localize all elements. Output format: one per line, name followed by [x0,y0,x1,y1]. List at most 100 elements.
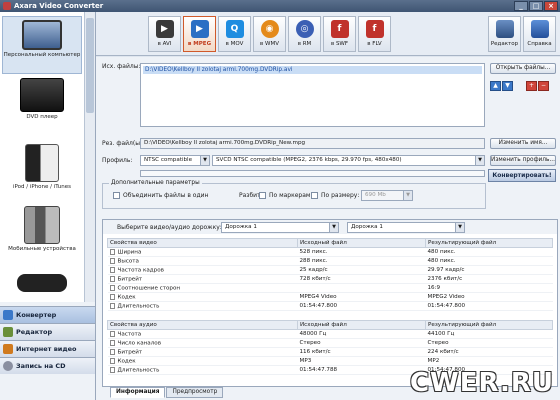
source-value: Стерео [297,338,426,348]
sidebar: Персональный компьютер DVD плеер iPod / … [0,12,96,400]
format-label: в FLV [367,41,382,47]
move-up-button[interactable]: ▲ [490,81,501,91]
by-size-checkbox[interactable] [311,192,318,199]
chevron-down-icon: ▼ [475,156,484,165]
device-label: Мобильные устройства [8,246,76,252]
help-button[interactable]: Справка [523,16,556,52]
video-track-select[interactable]: Дорожка 1 ▼ [221,222,339,233]
minus-icon: − [540,82,547,89]
format-label: в SWF [330,41,349,47]
format-avi-button[interactable]: ▶ в AVI [148,16,181,52]
property-name: Кодек [117,294,136,301]
editor-icon [3,327,13,337]
format-rm-button[interactable]: ◎ в RM [288,16,321,52]
property-icon [109,293,115,300]
dvd-player-icon [20,78,64,112]
wmv-icon: ◉ [260,20,279,38]
nav-cd-burn[interactable]: Запись на CD [0,357,95,374]
format-mpeg-button[interactable]: ▶ в MPEG [183,16,216,52]
device-list-scrollbar[interactable] [84,12,95,302]
move-down-button[interactable]: ▼ [502,81,513,91]
property-name: Длительность [117,367,160,374]
property-name: Частота кадров [117,267,164,274]
merge-checkbox[interactable] [113,192,120,199]
format-swf-button[interactable]: f в SWF [323,16,356,52]
tab-info[interactable]: Информация [110,387,166,398]
device-dvd[interactable]: DVD плеер [2,78,82,130]
ipod-icon [25,144,59,182]
column-header: Свойства видео [107,238,298,248]
device-pc[interactable]: Персональный компьютер [2,16,82,74]
result-value: MP2 [425,356,553,366]
column-header: Свойства аудио [107,320,298,330]
split-size-value: 690 Mb [365,192,386,198]
source-value: 528 пикс. [297,247,426,257]
source-value: 48000 Гц [297,329,426,339]
add-file-button[interactable]: + [526,81,537,91]
scrollbar-thumb[interactable] [86,18,94,113]
device-label: DVD плеер [26,114,58,120]
column-header: Исходный файл [297,320,426,330]
property-name: Высота [117,258,139,265]
property-name: Кодек [117,358,136,365]
maximize-button[interactable]: □ [529,1,543,11]
close-button[interactable]: × [544,1,558,11]
profile-label: Профиль: [102,157,133,164]
property-name: Ширина [117,249,142,256]
table-header-row: Свойства видео Исходный файл Результирую… [107,238,553,248]
profile-standard-value: NTSC compatible [144,157,193,163]
device-mobile[interactable]: Мобильные устройства [2,206,82,264]
device-psp[interactable] [2,268,82,298]
source-file-list[interactable]: D:\VIDEO\Kellboy II zolotaj armi.700mg.D… [140,63,485,127]
source-file-item[interactable]: D:\VIDEO\Kellboy II zolotaj armi.700mg.D… [143,66,482,74]
result-value: 480 пикс. [425,247,553,257]
source-value [297,283,426,293]
by-markers-checkbox[interactable] [259,192,266,199]
audio-track-value: Дорожка 1 [351,224,383,230]
property-name: Длительность [117,303,160,310]
format-mov-button[interactable]: Qв MOV [218,16,251,52]
chevron-down-icon: ▼ [455,223,464,232]
mpeg-icon: ▶ [190,20,209,38]
minimize-button[interactable]: _ [514,1,528,11]
property-icon [109,284,115,291]
table-row: Длительность 01:54:47.800 01:54:47.800 [107,301,553,311]
table-row: Число каналов Стерео Стерео [107,338,553,348]
window-title: Axara Video Converter [14,2,104,10]
property-name: Битрейт [117,349,143,356]
device-ipod[interactable]: iPod / iPhone / iTunes [2,144,82,202]
nav-label: Редактор [16,328,53,336]
nav-converter[interactable]: Конвертер [0,306,95,323]
format-flv-button[interactable]: f в FLV [358,16,391,52]
remove-file-button[interactable]: − [538,81,549,91]
plus-icon: + [528,82,535,89]
chevron-down-icon: ▼ [200,156,209,165]
convert-button[interactable]: Конвертировать! [488,169,556,182]
video-properties-table: Свойства видео Исходный файл Результирую… [107,238,553,311]
video-track-value: Дорожка 1 [225,224,257,230]
source-value: MPEG4 Video [297,292,426,302]
nav-label: Запись на CD [16,362,66,370]
table-row: Кодек MP3 MP2 [107,356,553,366]
cd-burn-icon [3,361,13,371]
result-files-label: Рез. файл(ы): [102,140,145,147]
nav-internet-video[interactable]: Интернет видео [0,340,95,357]
split-size-select[interactable]: 690 Mb ▼ [361,190,413,201]
result-file-field[interactable]: D:\VIDEO\Kellboy II zolotaj armi.700mg.D… [140,138,485,149]
profile-standard-select[interactable]: NTSC compatible ▼ [140,155,210,166]
nav-editor[interactable]: Редактор [0,323,95,340]
help-label: Справка [527,41,552,47]
tab-preview[interactable]: Предпросмотр [166,387,224,398]
change-profile-button[interactable]: Изменить профиль... [490,155,556,166]
pc-icon [22,20,62,50]
converter-panel: Исх. файлы: D:\VIDEO\Kellboy II zolotaj … [96,57,560,400]
format-label: в RM [297,41,312,47]
profile-value: SVCD NTSC compatible (MPEG2, 2376 kbps, … [216,157,402,163]
format-wmv-button[interactable]: ◉ в WMV [253,16,286,52]
audio-track-select[interactable]: Дорожка 1 ▼ [347,222,465,233]
result-value: MPEG2 Video [425,292,553,302]
change-name-button[interactable]: Изменить имя... [490,138,556,149]
editor-button[interactable]: Редактор [488,16,521,52]
open-files-button[interactable]: Открыть файлы... [490,63,556,74]
profile-select[interactable]: SVCD NTSC compatible (MPEG2, 2376 kbps, … [212,155,485,166]
